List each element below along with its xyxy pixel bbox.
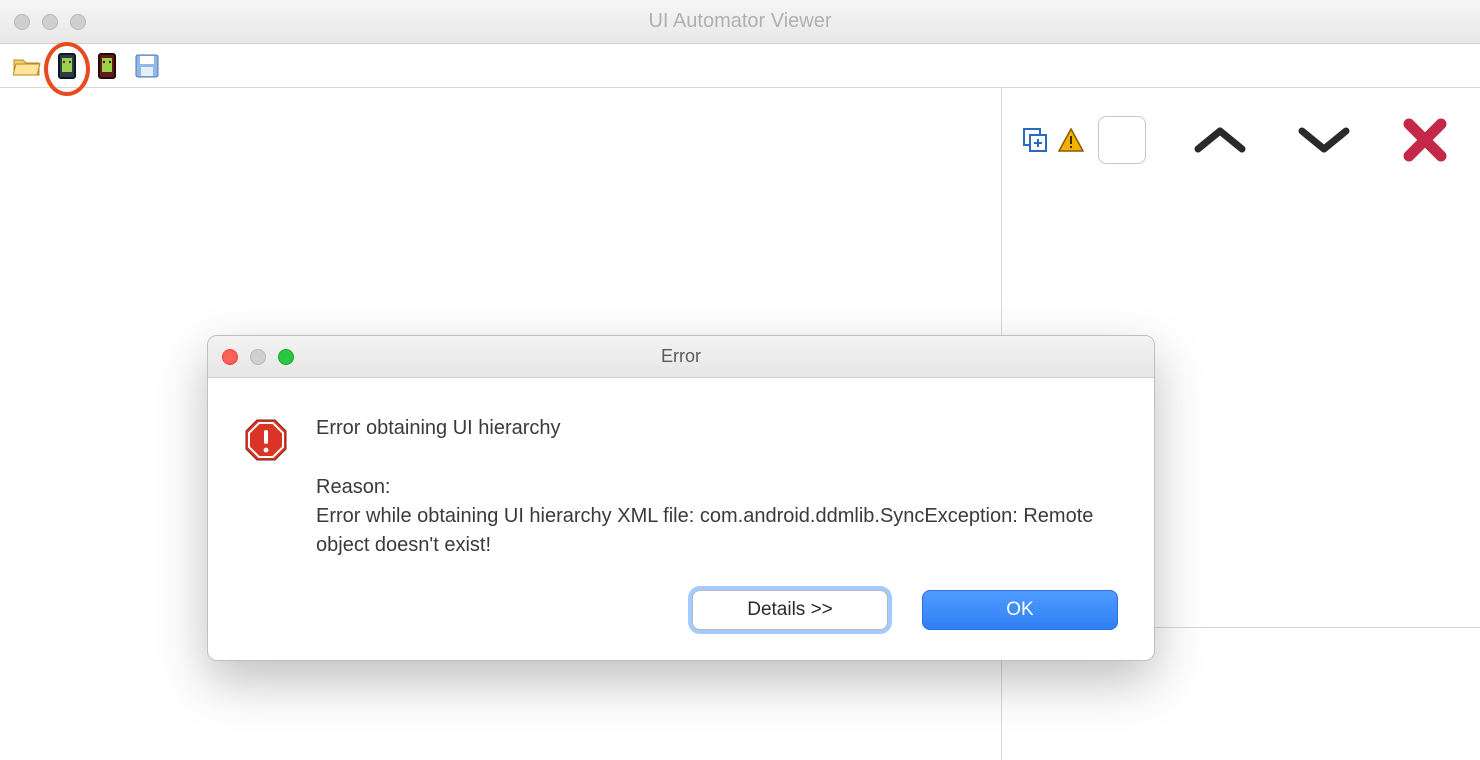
toolbar: [0, 44, 1480, 88]
device-screenshot-icon[interactable]: [50, 51, 84, 81]
search-input[interactable]: [1098, 116, 1146, 164]
dialog-body: Error obtaining UI hierarchy Reason: Err…: [208, 378, 1154, 580]
error-stop-icon: [244, 414, 288, 560]
chevron-down-icon[interactable]: [1284, 125, 1364, 155]
dialog-reason-label: Reason:: [316, 473, 1118, 502]
error-dialog: Error Error obtaining UI hierarchy Reaso…: [207, 335, 1155, 661]
window-title: UI Automator Viewer: [0, 10, 1480, 33]
dialog-titlebar: Error: [208, 336, 1154, 378]
dialog-reason-text: Error while obtaining UI hierarchy XML f…: [316, 502, 1118, 560]
main-titlebar: UI Automator Viewer: [0, 0, 1480, 44]
hierarchy-toolbar: [1022, 116, 1460, 164]
expand-all-icon[interactable]: [1022, 127, 1048, 153]
details-button[interactable]: Details >>: [692, 590, 888, 630]
dialog-heading: Error obtaining UI hierarchy: [316, 414, 1118, 443]
open-folder-icon[interactable]: [10, 51, 44, 81]
main-traffic-lights: [0, 14, 86, 30]
traffic-close-icon[interactable]: [14, 14, 30, 30]
save-icon[interactable]: [130, 51, 164, 81]
clear-x-icon[interactable]: [1390, 118, 1460, 162]
traffic-zoom-icon[interactable]: [70, 14, 86, 30]
dialog-buttons: Details >> OK: [208, 580, 1154, 660]
warning-icon[interactable]: [1058, 128, 1084, 152]
chevron-up-icon[interactable]: [1180, 125, 1260, 155]
dialog-title: Error: [208, 346, 1154, 367]
ok-button[interactable]: OK: [922, 590, 1118, 630]
traffic-minimize-icon[interactable]: [42, 14, 58, 30]
dialog-text: Error obtaining UI hierarchy Reason: Err…: [316, 414, 1118, 560]
device-screenshot-compressed-icon[interactable]: [90, 51, 124, 81]
